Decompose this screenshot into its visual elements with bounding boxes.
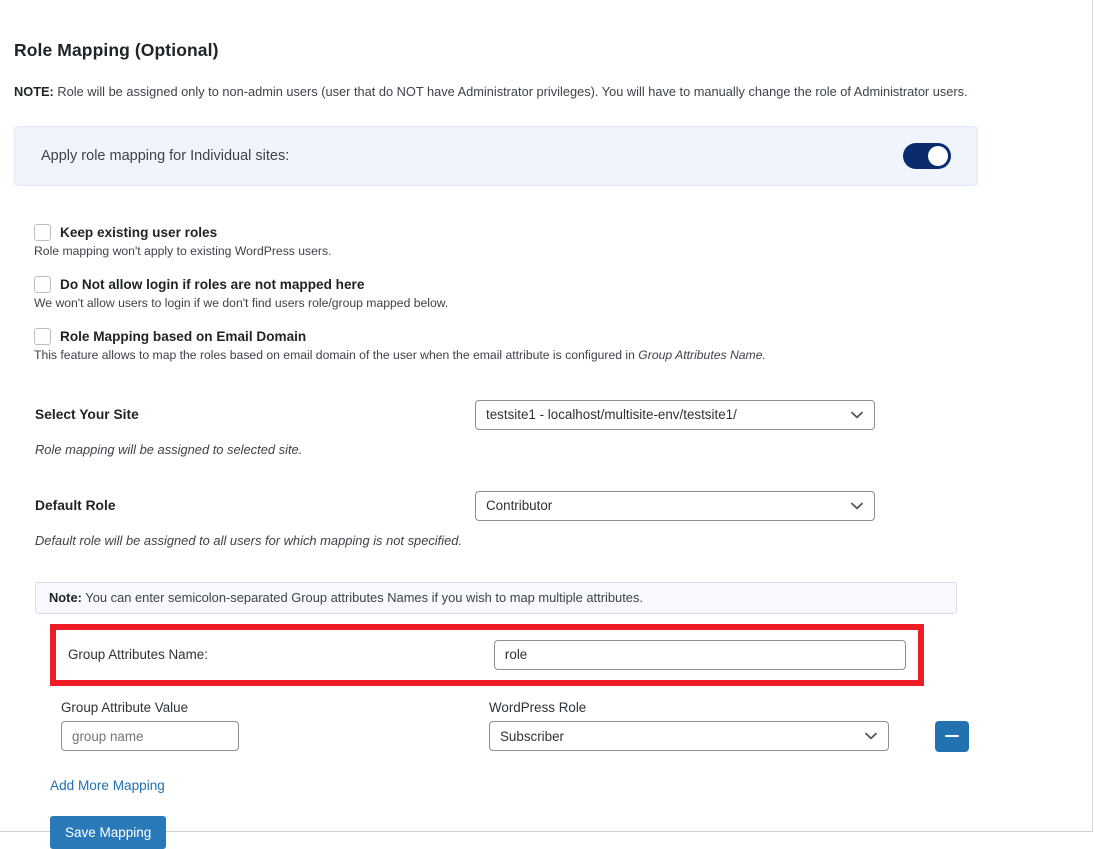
mapping-row: Subscriber (61, 720, 1092, 752)
group-attribute-value-cell (61, 721, 489, 752)
individual-sites-toggle[interactable] (903, 142, 951, 169)
info-note-prefix: Note: (49, 590, 82, 606)
section-note-text: Role will be assigned only to non-admin … (53, 84, 968, 99)
select-site-dropdown[interactable]: testsite1 - localhost/multisite-env/test… (475, 399, 875, 430)
minus-icon (945, 734, 959, 738)
option-description: We won't allow users to login if we don'… (34, 295, 449, 310)
mapping-headers: Group Attribute Value WordPress Role (61, 700, 1092, 715)
checkbox-keep-existing-user-roles[interactable] (34, 223, 51, 241)
group-attributes-name-highlight: Group Attributes Name: (50, 623, 924, 686)
option-description-text: This feature allows to map the roles bas… (34, 347, 639, 362)
info-note-text: You can enter semicolon-separated Group … (81, 590, 643, 606)
option-role-mapping-email-domain[interactable]: Role Mapping based on Email Domain (34, 327, 1092, 345)
default-role-row: Default Role Contributor (35, 490, 1092, 521)
page-title: Role Mapping (Optional) (14, 40, 219, 60)
group-attributes-name-label: Group Attributes Name: (68, 647, 208, 663)
section-note: NOTE: Role will be assigned only to non-… (14, 83, 1092, 102)
option-keep-existing-user-roles[interactable]: Keep existing user roles (34, 223, 1092, 241)
option-description-emphasis: Group Attributes Name. (638, 347, 766, 362)
chevron-down-icon (865, 732, 877, 740)
select-site-row: Select Your Site testsite1 - localhost/m… (35, 399, 1092, 430)
chevron-down-icon (851, 411, 863, 419)
remove-mapping-button[interactable] (935, 720, 969, 752)
group-attribute-value-input[interactable] (61, 721, 239, 752)
default-role-value: Contributor (486, 498, 553, 514)
option-label: Role Mapping based on Email Domain (60, 328, 307, 344)
checkbox-do-not-allow-login[interactable] (34, 275, 51, 293)
wordpress-role-header: WordPress Role (489, 699, 587, 715)
select-site-value: testsite1 - localhost/multisite-env/test… (486, 407, 737, 423)
settings-page: Role Mapping (Optional) NOTE: Role will … (0, 0, 1093, 849)
save-mapping-button[interactable]: Save Mapping (50, 815, 167, 849)
option-label: Do Not allow login if roles are not mapp… (60, 276, 365, 292)
group-attribute-value-header: Group Attribute Value (61, 699, 189, 715)
option-description: This feature allows to map the roles bas… (34, 348, 1092, 362)
default-role-description: Default role will be assigned to all use… (35, 532, 463, 548)
select-site-description: Role mapping will be assigned to selecte… (35, 441, 303, 457)
default-role-dropdown[interactable]: Contributor (475, 490, 875, 521)
wordpress-role-dropdown[interactable]: Subscriber (489, 721, 889, 752)
group-attributes-info-note: Note: You can enter semicolon-separated … (35, 581, 957, 614)
checkbox-role-mapping-email-domain[interactable] (34, 327, 51, 345)
select-site-label: Select Your Site (35, 407, 139, 423)
group-attributes-name-input[interactable] (493, 639, 906, 670)
default-role-label: Default Role (35, 498, 116, 514)
individual-sites-toggle-label: Apply role mapping for Individual sites: (41, 147, 290, 164)
individual-sites-toggle-panel: Apply role mapping for Individual sites: (14, 125, 978, 186)
option-label: Keep existing user roles (60, 224, 218, 240)
toggle-knob (928, 145, 948, 166)
add-more-mapping-link[interactable]: Add More Mapping (50, 778, 165, 793)
chevron-down-icon (851, 502, 863, 510)
section-note-prefix: NOTE: (14, 84, 54, 99)
option-do-not-allow-login[interactable]: Do Not allow login if roles are not mapp… (34, 275, 1092, 293)
option-description: Role mapping won't apply to existing Wor… (34, 243, 332, 258)
wordpress-role-value: Subscriber (500, 728, 565, 744)
role-mapping-options: Keep existing user roles Role mapping wo… (34, 223, 1092, 362)
